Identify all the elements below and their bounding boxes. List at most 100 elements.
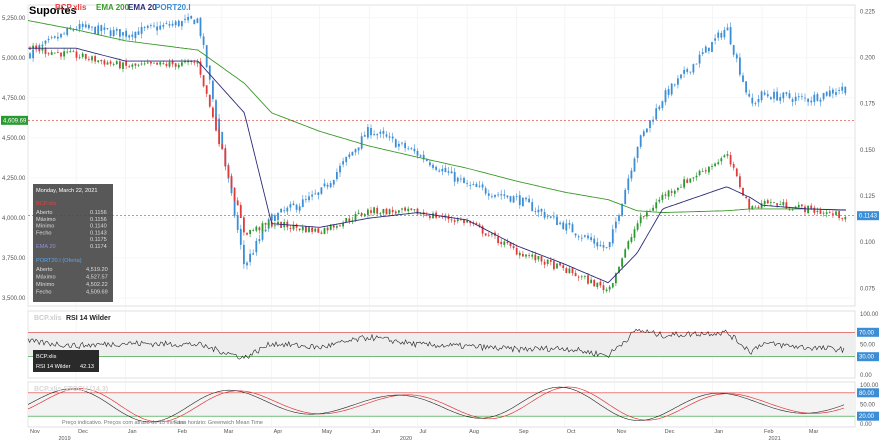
- index-candle: [658, 106, 661, 110]
- index-candle: [150, 25, 152, 26]
- ema200-line: [27, 20, 846, 213]
- month-tick-label: Aug: [469, 429, 479, 435]
- index-candle: [94, 26, 96, 34]
- index-candle: [320, 187, 323, 194]
- bcp-candle: [568, 268, 571, 274]
- bcp-candle: [252, 230, 255, 231]
- index-candle: [140, 26, 143, 34]
- month-tick-label: Jul: [419, 429, 426, 435]
- index-candle: [608, 241, 611, 248]
- bcp-candle: [363, 214, 366, 217]
- bcp-candle: [298, 228, 301, 231]
- index-candle: [754, 103, 757, 104]
- index-candle: [748, 93, 751, 97]
- tooltip-bcp-field: Aberto: [36, 210, 52, 216]
- index-candle: [484, 188, 487, 194]
- index-candle: [162, 24, 165, 27]
- bcp-candle: [314, 228, 317, 232]
- bcp-candle: [509, 243, 512, 247]
- index-candle: [528, 198, 530, 203]
- index-candle: [134, 31, 137, 39]
- bcp-candle: [66, 51, 69, 53]
- index-price-marker-label: 4,609.69: [3, 118, 27, 124]
- index-candle: [506, 195, 509, 198]
- bcp-candle: [680, 186, 682, 188]
- bcp-candle: [655, 202, 658, 209]
- index-candle: [766, 94, 769, 97]
- index-candle: [509, 196, 512, 202]
- bcp-candle: [540, 256, 543, 262]
- bcp-candle: [549, 260, 552, 262]
- bcp-candle: [757, 206, 760, 208]
- index-candle: [825, 91, 828, 96]
- bcp-candle: [537, 256, 540, 260]
- bcp-candle: [500, 241, 503, 245]
- bcp-candle: [543, 261, 546, 265]
- index-candle: [596, 242, 599, 247]
- bcp-candle: [832, 213, 834, 215]
- bcp-candle: [261, 223, 264, 232]
- month-tick-label: Apr: [274, 429, 283, 435]
- index-candle: [345, 156, 348, 163]
- index-candle: [670, 83, 673, 95]
- index-candle: [404, 142, 406, 149]
- index-candle: [401, 142, 403, 144]
- bcp-candle: [584, 276, 586, 278]
- bcp-candle: [122, 62, 124, 69]
- year-tick-label: 2020: [400, 436, 412, 441]
- bcp-candle: [587, 275, 589, 284]
- index-candle: [590, 237, 592, 240]
- bcp-candle: [608, 286, 611, 290]
- bcp-candle: [745, 196, 747, 199]
- index-candle: [382, 130, 385, 134]
- index-candle: [460, 178, 462, 180]
- index-candle: [432, 164, 434, 168]
- index-candle: [832, 89, 834, 94]
- bcp-candle: [556, 263, 558, 269]
- bcp-candle: [698, 170, 701, 176]
- bcp-candle: [289, 228, 292, 229]
- bcp-candle: [503, 241, 506, 245]
- bcp-candle: [673, 190, 676, 194]
- bcp-candle: [236, 200, 239, 206]
- bcp-candle: [81, 53, 84, 57]
- index-candle: [367, 127, 369, 138]
- bcp-candle: [779, 204, 782, 206]
- bcp-candle: [131, 64, 134, 67]
- index-candle: [184, 18, 186, 20]
- bcp-candle: [146, 62, 149, 64]
- bcp-candle: [810, 205, 813, 209]
- index-candle: [742, 75, 744, 82]
- bcp-candle: [53, 52, 56, 54]
- index-candle: [326, 184, 329, 187]
- svg-text:RSI 14 Wilder: RSI 14 Wilder: [36, 364, 71, 370]
- bcp-candle: [658, 199, 661, 202]
- bcp-candle: [748, 198, 751, 210]
- index-candle: [615, 221, 617, 229]
- index-candle: [639, 135, 642, 147]
- bcp-candle: [100, 59, 103, 62]
- bcp-candle: [44, 48, 47, 54]
- bcp-candle: [487, 234, 490, 236]
- bcp-candle: [453, 220, 456, 222]
- tooltip-bcp-value: 0.1156: [90, 217, 107, 223]
- legend-item: EMA 200: [96, 3, 130, 12]
- bcp-candle: [345, 217, 348, 223]
- bcp-candle: [357, 212, 360, 214]
- tooltip-bcp-value: 0.1156: [90, 210, 107, 216]
- index-candle: [711, 41, 713, 52]
- left-tick-label: 3,750.00: [2, 256, 26, 262]
- bcp-candle: [382, 208, 385, 214]
- tooltip-bcp-field: Máximo: [36, 217, 56, 223]
- bcp-candle: [394, 211, 397, 214]
- index-candle: [782, 92, 785, 99]
- bcp-candle: [460, 219, 462, 221]
- index-candle: [456, 177, 459, 182]
- index-candle: [673, 84, 676, 86]
- bcp-candle: [577, 276, 580, 278]
- series-layer: [27, 13, 847, 423]
- index-candle: [794, 96, 797, 101]
- bcp-candle: [627, 241, 630, 249]
- index-candle: [807, 98, 809, 102]
- index-candle: [726, 27, 729, 31]
